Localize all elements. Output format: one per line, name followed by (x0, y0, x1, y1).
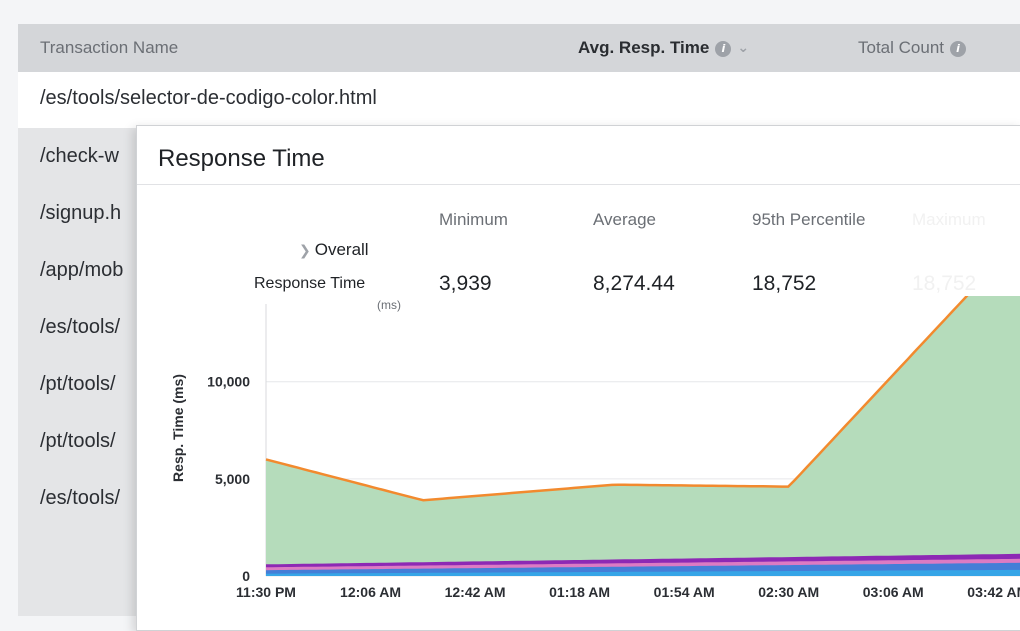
transaction-name[interactable]: /app/mob (40, 259, 123, 282)
transaction-name[interactable]: /check-w (40, 145, 119, 168)
stat-value-95th-percentile: 18,752 (752, 272, 817, 295)
x-tick-label: 01:18 AM (549, 584, 610, 600)
stat-header-maximum: Maximum (912, 210, 986, 229)
metric-label: Response Time (254, 275, 366, 292)
x-tick-label: 03:42 AM (967, 584, 1020, 600)
info-icon[interactable]: i (950, 41, 966, 57)
response-time-chart: 0 5,000 10,000 Resp. Time (ms) 11:30 PM 12:06… (137, 296, 1020, 630)
chevron-right-icon: ❯ (299, 242, 311, 258)
y-tick-label: 10,000 (207, 374, 250, 390)
popover-title: Response Time (158, 145, 325, 172)
column-label: Transaction Name (40, 38, 179, 57)
x-tick-label: 01:54 AM (654, 584, 715, 600)
stat-value-minimum: 3,939 (439, 272, 492, 295)
overall-toggle[interactable]: ❯ Overall (299, 240, 369, 260)
table-header: Transaction Name Avg. Resp. Time i ⌄ Total… (18, 24, 1020, 73)
y-axis-title: Resp. Time (ms) (170, 374, 186, 482)
stat-value-average: 8,274.44 (593, 272, 675, 295)
transaction-name[interactable]: /pt/tools/ (40, 430, 116, 453)
x-tick-label: 11:30 PM (236, 584, 296, 600)
x-tick-label: 03:06 AM (863, 584, 924, 600)
x-tick-label: 12:06 AM (340, 584, 401, 600)
x-tick-label: 12:42 AM (445, 584, 506, 600)
series-area (266, 296, 1020, 576)
y-tick-label: 5,000 (215, 471, 250, 487)
transaction-name[interactable]: /es/tools/ (40, 487, 120, 510)
chevron-down-icon[interactable]: ⌄ (737, 39, 749, 56)
transaction-name[interactable]: /pt/tools/ (40, 373, 116, 396)
stat-header-average: Average (593, 210, 657, 229)
stat-header-95th-percentile: 95th Percentile (752, 210, 866, 229)
transaction-name[interactable]: /signup.h (40, 202, 121, 225)
stat-value-maximum: 18,752 (912, 272, 977, 295)
table-row[interactable]: /es/tools/selector-de-codigo-color.html (18, 72, 1020, 129)
transaction-name[interactable]: /es/tools/selector-de-codigo-color.html (40, 87, 377, 110)
response-time-popover: Response Time Minimum Average 95th Perce… (136, 125, 1020, 631)
column-label: Total Count (858, 38, 944, 57)
chart-svg: 0 5,000 10,000 Resp. Time (ms) 11:30 PM 12:06… (170, 296, 1020, 600)
column-total-count[interactable]: Total Count i (858, 38, 966, 58)
overall-label: Overall (314, 240, 369, 259)
transaction-name[interactable]: /es/tools/ (40, 316, 120, 339)
column-label: Avg. Resp. Time (578, 38, 710, 57)
column-avg-resp-time[interactable]: Avg. Resp. Time i ⌄ (578, 38, 749, 58)
x-tick-label: 02:30 AM (758, 584, 819, 600)
info-icon[interactable]: i (715, 41, 732, 57)
stat-header-minimum: Minimum (439, 210, 508, 229)
divider (137, 184, 1020, 185)
column-transaction-name[interactable]: Transaction Name (40, 38, 178, 58)
y-tick-label: 0 (242, 568, 250, 584)
